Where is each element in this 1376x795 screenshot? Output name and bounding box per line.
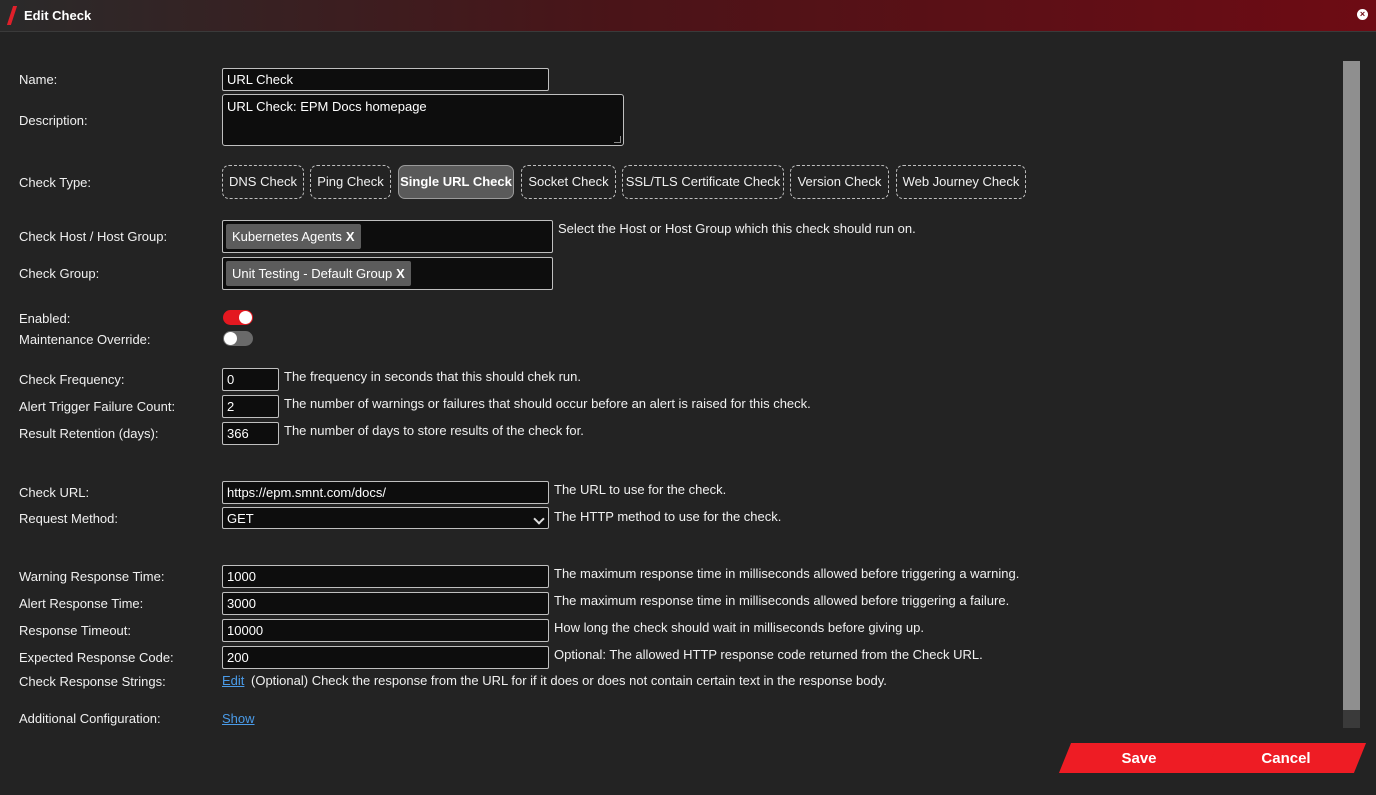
toggle-knob bbox=[224, 332, 237, 345]
retention-input[interactable]: 366 bbox=[222, 422, 279, 445]
host-tag-label: Kubernetes Agents bbox=[232, 229, 342, 244]
dialog-titlebar: Edit Check × bbox=[0, 0, 1376, 32]
frequency-input[interactable]: 0 bbox=[222, 368, 279, 391]
show-additional-config-link[interactable]: Show bbox=[222, 711, 255, 726]
retention-label: Result Retention (days): bbox=[19, 426, 159, 441]
host-tag: Kubernetes Agents X bbox=[226, 224, 361, 249]
frequency-label: Check Frequency: bbox=[19, 372, 125, 387]
alert-count-help: The number of warnings or failures that … bbox=[284, 396, 811, 411]
timeout-label: Response Timeout: bbox=[19, 623, 132, 638]
url-input[interactable]: https://epm.smnt.com/docs/ bbox=[222, 481, 549, 504]
enabled-toggle[interactable] bbox=[223, 310, 253, 325]
retention-help: The number of days to store results of t… bbox=[284, 423, 584, 438]
additional-config-label: Additional Configuration: bbox=[19, 711, 161, 726]
check-type-version[interactable]: Version Check bbox=[790, 165, 889, 199]
method-label: Request Method: bbox=[19, 511, 119, 526]
description-value: URL Check: EPM Docs homepage bbox=[227, 99, 427, 114]
chevron-down-icon bbox=[533, 513, 545, 525]
method-value: GET bbox=[227, 511, 254, 526]
host-label: Check Host / Host Group: bbox=[19, 229, 168, 244]
response-strings-label: Check Response Strings: bbox=[19, 674, 166, 689]
description-textarea[interactable]: URL Check: EPM Docs homepage bbox=[222, 94, 624, 146]
host-select[interactable]: Kubernetes Agents X bbox=[222, 220, 553, 253]
group-tag-label: Unit Testing - Default Group bbox=[232, 266, 393, 281]
check-type-single-url[interactable]: Single URL Check bbox=[398, 165, 514, 199]
check-type-web-journey[interactable]: Web Journey Check bbox=[896, 165, 1026, 199]
remove-tag-icon[interactable]: X bbox=[396, 266, 405, 281]
alert-count-input[interactable]: 2 bbox=[222, 395, 279, 418]
check-type-socket[interactable]: Socket Check bbox=[521, 165, 616, 199]
cancel-button-label: Cancel bbox=[1261, 750, 1311, 767]
name-input[interactable]: URL Check bbox=[222, 68, 549, 91]
name-label: Name: bbox=[19, 72, 58, 87]
url-label: Check URL: bbox=[19, 485, 90, 500]
edit-response-strings-link[interactable]: Edit bbox=[222, 673, 244, 688]
toggle-knob bbox=[239, 311, 252, 324]
title-accent-slash bbox=[6, 6, 18, 25]
alert-time-input[interactable]: 3000 bbox=[222, 592, 549, 615]
save-button[interactable]: Save bbox=[1058, 743, 1220, 773]
group-tag: Unit Testing - Default Group X bbox=[226, 261, 411, 286]
warning-time-help: The maximum response time in millisecond… bbox=[554, 566, 1020, 581]
expected-code-input[interactable]: 200 bbox=[222, 646, 549, 669]
check-type-label: Check Type: bbox=[19, 175, 92, 190]
description-label: Description: bbox=[19, 113, 88, 128]
check-type-ping[interactable]: Ping Check bbox=[310, 165, 391, 199]
warning-time-label: Warning Response Time: bbox=[19, 569, 165, 584]
dialog-title: Edit Check bbox=[24, 8, 92, 23]
group-label: Check Group: bbox=[19, 266, 100, 281]
expected-code-label: Expected Response Code: bbox=[19, 650, 174, 665]
cancel-button[interactable]: Cancel bbox=[1205, 743, 1367, 773]
check-type-ssl-tls[interactable]: SSL/TLS Certificate Check bbox=[622, 165, 784, 199]
frequency-help: The frequency in seconds that this shoul… bbox=[284, 369, 582, 384]
enabled-label: Enabled: bbox=[19, 311, 71, 326]
url-help: The URL to use for the check. bbox=[554, 482, 727, 497]
remove-tag-icon[interactable]: X bbox=[346, 229, 355, 244]
alert-count-label: Alert Trigger Failure Count: bbox=[19, 399, 176, 414]
check-type-dns[interactable]: DNS Check bbox=[222, 165, 304, 199]
group-select[interactable]: Unit Testing - Default Group X bbox=[222, 257, 553, 290]
method-help: The HTTP method to use for the check. bbox=[554, 509, 782, 524]
maintenance-toggle[interactable] bbox=[223, 331, 253, 346]
close-icon[interactable]: × bbox=[1357, 9, 1368, 20]
warning-time-input[interactable]: 1000 bbox=[222, 565, 549, 588]
expected-code-help: Optional: The allowed HTTP response code… bbox=[554, 647, 983, 662]
save-button-label: Save bbox=[1121, 750, 1157, 767]
response-strings-help: (Optional) Check the response from the U… bbox=[251, 673, 887, 688]
timeout-help: How long the check should wait in millis… bbox=[554, 620, 924, 635]
scrollbar-thumb[interactable] bbox=[1343, 61, 1360, 710]
resize-grip-icon[interactable] bbox=[614, 136, 621, 143]
method-select[interactable]: GET bbox=[222, 507, 549, 529]
host-help: Select the Host or Host Group which this… bbox=[558, 221, 916, 236]
alert-time-help: The maximum response time in millisecond… bbox=[554, 593, 1010, 608]
alert-time-label: Alert Response Time: bbox=[19, 596, 144, 611]
maintenance-label: Maintenance Override: bbox=[19, 332, 151, 347]
timeout-input[interactable]: 10000 bbox=[222, 619, 549, 642]
